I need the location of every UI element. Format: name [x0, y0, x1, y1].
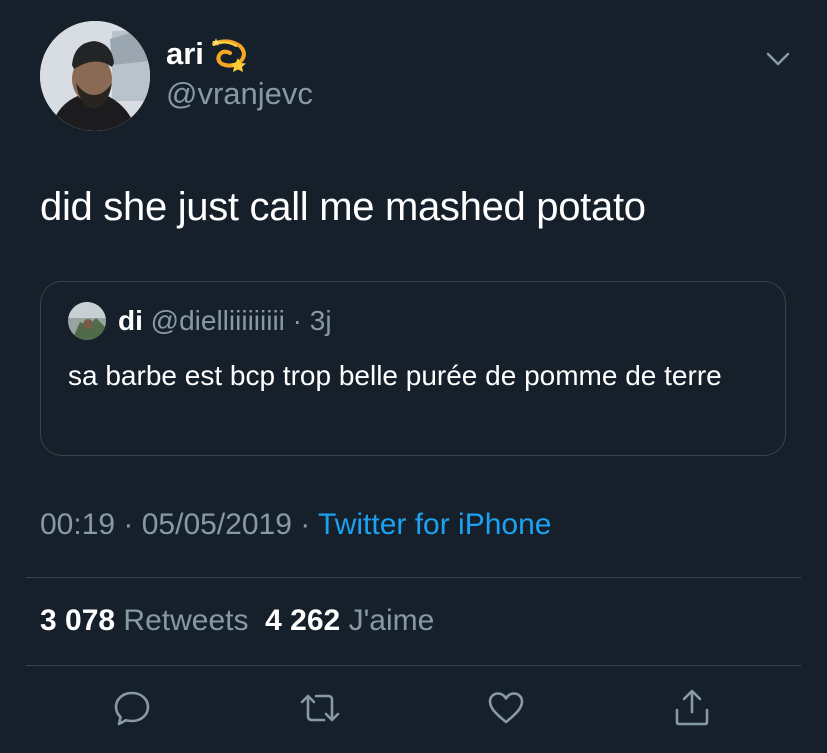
- author-name-text: ari: [166, 36, 204, 71]
- retweet-icon: [300, 694, 340, 722]
- tweet-stats: 3 078 Retweets 4 262 J'aime: [40, 601, 434, 641]
- divider: [26, 577, 801, 578]
- meta-separator: ·: [115, 508, 142, 541]
- meta-separator: ·: [291, 508, 319, 541]
- retweets-count: 3 078: [40, 604, 116, 637]
- tweet-text: did she just call me mashed potato: [40, 185, 646, 229]
- likes-label: J'aime: [348, 604, 435, 637]
- reply-icon: [114, 691, 150, 726]
- dizzy-icon: [211, 38, 246, 72]
- author-handle[interactable]: @vranjevc: [166, 76, 313, 112]
- like-button[interactable]: [478, 680, 534, 736]
- tweet-detail: ari @vranjevc did she just call me mashe…: [0, 0, 827, 753]
- tweet-date: 05/05/2019: [141, 508, 292, 541]
- tweet-time: 00:19: [40, 508, 116, 541]
- tweet-actions: [0, 680, 827, 736]
- avatar-photo: [40, 21, 150, 131]
- like-icon: [488, 692, 524, 724]
- tweet-meta: 00:19 · 05/05/2019 · Twitter for iPhone: [40, 505, 551, 545]
- chevron-down-icon[interactable]: [764, 46, 792, 72]
- tweet-source-link[interactable]: Twitter for iPhone: [318, 508, 551, 541]
- quoted-separator: ·: [292, 305, 302, 336]
- likes-stat[interactable]: 4 262 J'aime: [265, 604, 434, 637]
- retweet-button[interactable]: [292, 680, 348, 736]
- retweets-stat[interactable]: 3 078 Retweets: [40, 604, 248, 637]
- share-button[interactable]: [664, 680, 720, 736]
- quoted-avatar-photo: [68, 302, 106, 340]
- reply-button[interactable]: [104, 680, 160, 736]
- quoted-tweet-header: di @dielliiiiiiiii · 3j: [118, 304, 332, 338]
- quoted-timestamp: 3j: [309, 305, 332, 336]
- quoted-author-handle[interactable]: @dielliiiiiiiii: [151, 305, 285, 336]
- likes-count: 4 262: [265, 604, 341, 637]
- divider: [26, 665, 801, 666]
- quoted-author-name[interactable]: di: [118, 305, 143, 336]
- author-avatar[interactable]: [40, 21, 150, 131]
- quoted-author-avatar[interactable]: [68, 302, 106, 340]
- author-name[interactable]: ari: [166, 36, 248, 72]
- quoted-tweet-card[interactable]: di @dielliiiiiiiii · 3j sa barbe est bcp…: [40, 281, 786, 456]
- quoted-tweet-text: sa barbe est bcp trop belle purée de pom…: [68, 360, 722, 391]
- retweets-label: Retweets: [123, 604, 249, 637]
- share-icon: [675, 689, 709, 726]
